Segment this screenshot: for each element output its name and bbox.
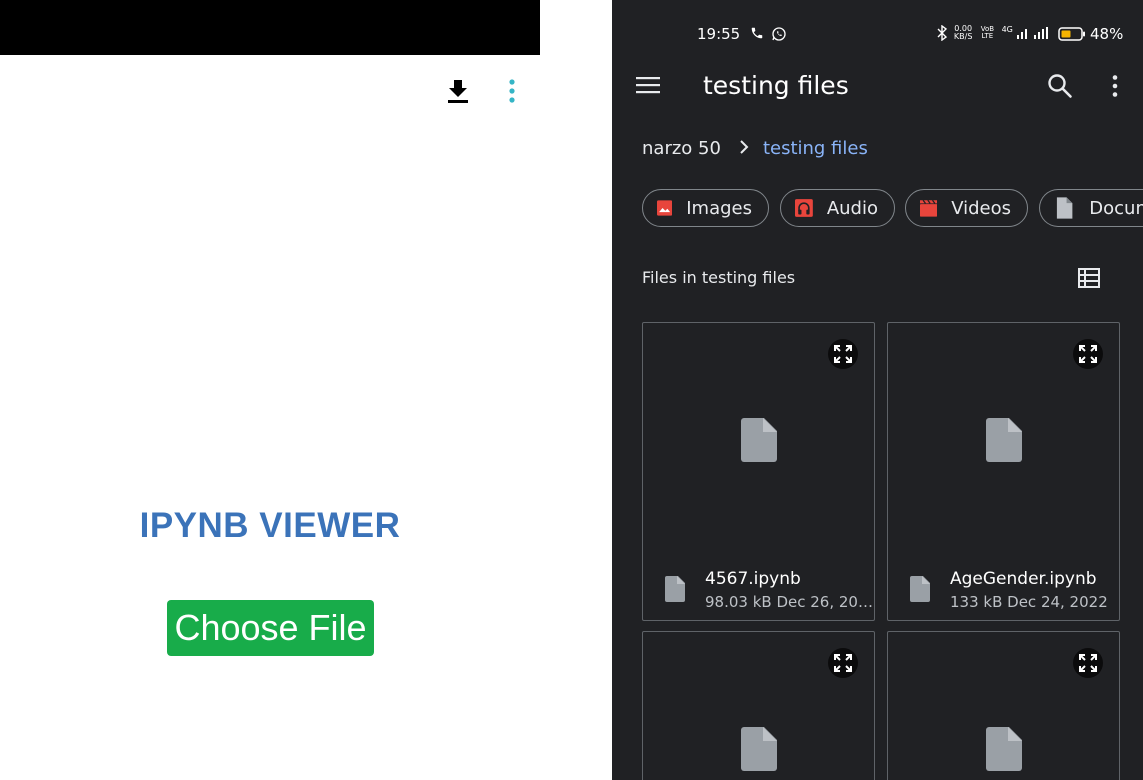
app-title: IPYNB VIEWER	[139, 506, 401, 545]
file-name: 4567.ipynb	[705, 569, 801, 589]
bluetooth-icon	[937, 24, 948, 42]
download-icon	[448, 80, 468, 103]
more-vert-icon[interactable]	[1110, 74, 1120, 98]
system-icons: 0.00 KB/S VoB LTE 4G	[936, 24, 1051, 42]
breadcrumb-item-current[interactable]: testing files	[763, 138, 868, 159]
expand-button[interactable]	[1073, 339, 1103, 369]
volte-indicator: VoB LTE	[980, 25, 995, 40]
signal-icon-1	[1017, 29, 1028, 39]
app-bar: testing files	[612, 66, 1143, 110]
file-meta: 133 kB Dec 24, 2022	[950, 593, 1108, 611]
expand-button[interactable]	[828, 648, 858, 678]
file-meta: 98.03 kB Dec 26, 20…	[705, 593, 873, 611]
files-app-pane: 19:55 0.00 KB/S VoB LTE 4G 48% testing f…	[612, 0, 1143, 780]
file-thumbnail-icon	[741, 727, 777, 771]
net-speed: 0.00 KB/S	[953, 24, 973, 41]
download-button[interactable]	[446, 78, 470, 104]
chip-label: Videos	[951, 197, 1011, 219]
status-bar: 19:55 0.00 KB/S VoB LTE 4G 48%	[612, 22, 1143, 48]
file-card[interactable]	[887, 631, 1120, 780]
chip-documents[interactable]: Docum	[1039, 189, 1143, 227]
breadcrumb: narzo 50 testing files	[642, 138, 868, 159]
expand-button[interactable]	[1073, 648, 1103, 678]
battery-icon	[1058, 27, 1085, 41]
chip-videos[interactable]: Videos	[905, 189, 1028, 227]
phone-icon	[751, 27, 763, 39]
clapperboard-icon	[920, 199, 938, 217]
file-thumbnail-icon	[986, 727, 1022, 771]
file-name: AgeGender.ipynb	[950, 569, 1097, 589]
chevron-right-icon	[739, 138, 749, 159]
list-view-icon[interactable]	[1078, 267, 1100, 289]
more-options-button[interactable]	[503, 78, 521, 104]
expand-button[interactable]	[828, 339, 858, 369]
file-card[interactable]	[642, 631, 875, 780]
more-vert-icon	[509, 79, 515, 103]
headphones-icon	[795, 199, 813, 217]
expand-icon	[1079, 654, 1097, 672]
battery-percent: 48%	[1090, 25, 1124, 43]
file-card[interactable]: 4567.ipynb 98.03 kB Dec 26, 20…	[642, 322, 875, 621]
network-type: 4G	[1001, 25, 1013, 34]
expand-icon	[1079, 345, 1097, 363]
file-thumbnail-icon	[741, 418, 777, 462]
file-thumbnail-icon	[986, 418, 1022, 462]
file-type-icon	[910, 576, 930, 602]
chip-audio[interactable]: Audio	[780, 189, 895, 227]
chip-label: Docum	[1089, 197, 1143, 219]
chip-label: Images	[686, 197, 752, 219]
ipynb-viewer-pane: IPYNB VIEWER Choose File	[0, 0, 540, 780]
status-time: 19:55	[697, 25, 741, 43]
menu-icon[interactable]	[636, 76, 660, 94]
expand-icon	[834, 345, 852, 363]
chip-images[interactable]: Images	[642, 189, 769, 227]
breadcrumb-item-root[interactable]: narzo 50	[642, 138, 721, 159]
search-icon[interactable]	[1047, 73, 1073, 99]
whatsapp-icon	[772, 27, 786, 41]
chip-label: Audio	[826, 197, 878, 219]
divider-gap	[540, 0, 612, 780]
expand-icon	[834, 654, 852, 672]
file-card[interactable]: AgeGender.ipynb 133 kB Dec 24, 2022	[887, 322, 1120, 621]
section-title: Files in testing files	[642, 268, 796, 287]
choose-file-button[interactable]: Choose File	[167, 600, 374, 656]
document-icon	[1056, 197, 1073, 219]
page-title: testing files	[703, 71, 849, 100]
top-bar	[0, 0, 540, 55]
file-type-icon	[665, 576, 685, 602]
signal-icon-2	[1034, 27, 1049, 39]
image-icon	[657, 200, 673, 216]
